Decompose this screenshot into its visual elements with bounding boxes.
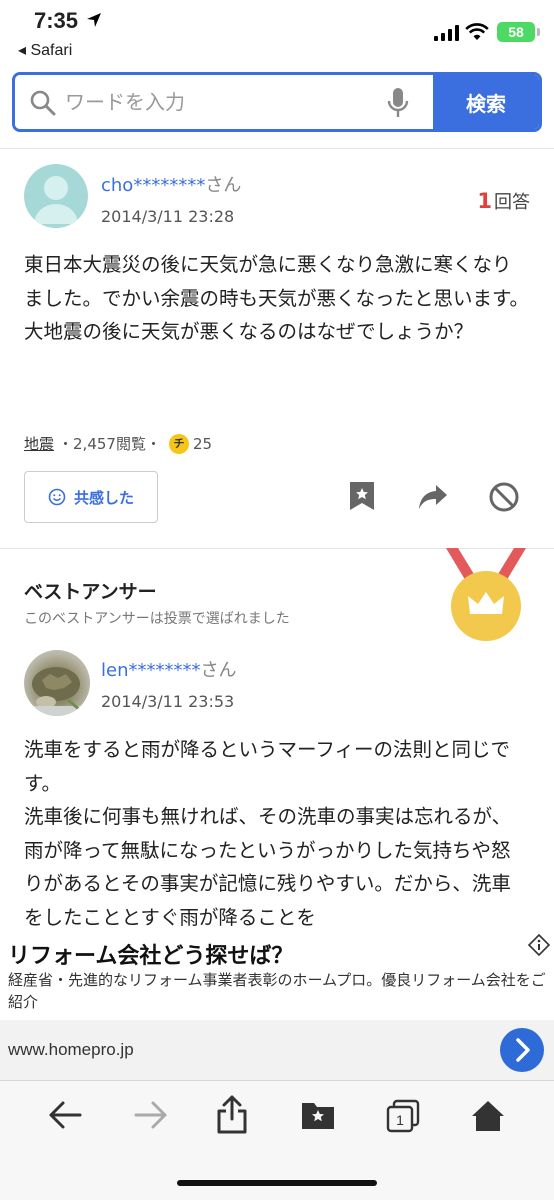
- home-indicator: [177, 1180, 377, 1186]
- divider: [0, 148, 554, 149]
- default-user-icon: [34, 176, 78, 224]
- chie-coin-icon: チ: [168, 433, 189, 454]
- answer-body: 洗車をすると雨が降るというマーフィーの法則と同じです。 洗車後に何事も無ければ、…: [24, 738, 512, 929]
- answer-count-number: 1: [477, 189, 492, 213]
- answerer-id[interactable]: len********: [101, 660, 200, 681]
- clock: 7:35: [34, 8, 79, 33]
- best-answer-note: このベストアンサーは投票で選ばれました: [24, 611, 290, 627]
- wifi-icon: [465, 23, 489, 40]
- questioner-id[interactable]: cho********: [101, 175, 205, 196]
- share-icon[interactable]: [418, 484, 448, 510]
- coin-count: 25: [192, 434, 213, 453]
- honorific: さん: [205, 175, 242, 196]
- ad-banner[interactable]: リフォーム会社どう探せば？ 経産省・先進的なリフォーム事業者表彰のホームプロ。優…: [0, 930, 554, 1022]
- block-icon[interactable]: [488, 481, 520, 513]
- ad-info-icon[interactable]: [528, 934, 550, 956]
- status-bar: 7:35 ◂ Safari 58: [0, 0, 554, 66]
- search-input[interactable]: [65, 75, 375, 129]
- view-count: ・2,457閲覧・: [58, 435, 161, 453]
- search-button[interactable]: 検索: [433, 75, 539, 129]
- battery-indicator: 58: [497, 22, 540, 42]
- search-icon: [30, 90, 56, 116]
- bookmark-icon[interactable]: [348, 480, 376, 512]
- empathy-label: 共感した: [73, 488, 134, 507]
- answer-count-label: 回答: [494, 192, 530, 213]
- questioner-avatar[interactable]: [24, 164, 88, 228]
- honorific: さん: [200, 660, 237, 681]
- back-arrow-icon[interactable]: [48, 1099, 82, 1131]
- questioner-name[interactable]: cho********さん: [101, 171, 241, 197]
- bookmarks-icon[interactable]: [300, 1099, 336, 1131]
- question-meta: 地震 ・2,457閲覧・ チ 25: [24, 433, 212, 454]
- answer-date: 2014/3/11 23:53: [101, 692, 235, 711]
- cellular-signal-icon: [434, 25, 459, 41]
- share-sheet-icon[interactable]: [215, 1095, 249, 1135]
- answer-count[interactable]: 1 回答: [477, 188, 530, 214]
- ad-url[interactable]: www.homepro.jp: [8, 1040, 134, 1060]
- category-link[interactable]: 地震: [24, 433, 54, 454]
- question-body: 東日本大震災の後に天気が急に悪くなり急激に寒くなりました。でかい余震の時も天気が…: [24, 253, 530, 343]
- chevron-right-icon: [516, 1038, 530, 1062]
- ad-description: 経産省・先進的なリフォーム事業者表彰のホームプロ。優良リフォーム会社をご紹介: [8, 971, 546, 1011]
- smile-icon: [48, 488, 66, 506]
- tortoise-photo: [24, 667, 90, 716]
- location-arrow-icon: [87, 13, 101, 27]
- search-bar: 検索: [12, 72, 542, 132]
- home-icon[interactable]: [470, 1099, 506, 1133]
- answerer-avatar[interactable]: [24, 650, 90, 716]
- back-to-safari-link[interactable]: ◂ Safari: [18, 40, 72, 60]
- microphone-icon[interactable]: [387, 87, 409, 119]
- best-answer-heading: ベストアンサー: [24, 581, 157, 603]
- ad-title[interactable]: リフォーム会社どう探せば？: [8, 938, 293, 970]
- forward-arrow-icon[interactable]: [134, 1099, 168, 1131]
- svg-text:1: 1: [396, 1112, 404, 1128]
- ad-link-bar[interactable]: www.homepro.jp: [0, 1020, 554, 1080]
- crown-medal-icon: [446, 548, 526, 641]
- ad-go-button[interactable]: [500, 1028, 544, 1072]
- empathy-button[interactable]: 共感した: [24, 471, 158, 523]
- tabs-icon[interactable]: 1: [386, 1099, 420, 1133]
- question-date: 2014/3/11 23:28: [101, 207, 235, 226]
- search-field: [15, 75, 433, 129]
- answerer-name[interactable]: len********さん: [101, 656, 236, 682]
